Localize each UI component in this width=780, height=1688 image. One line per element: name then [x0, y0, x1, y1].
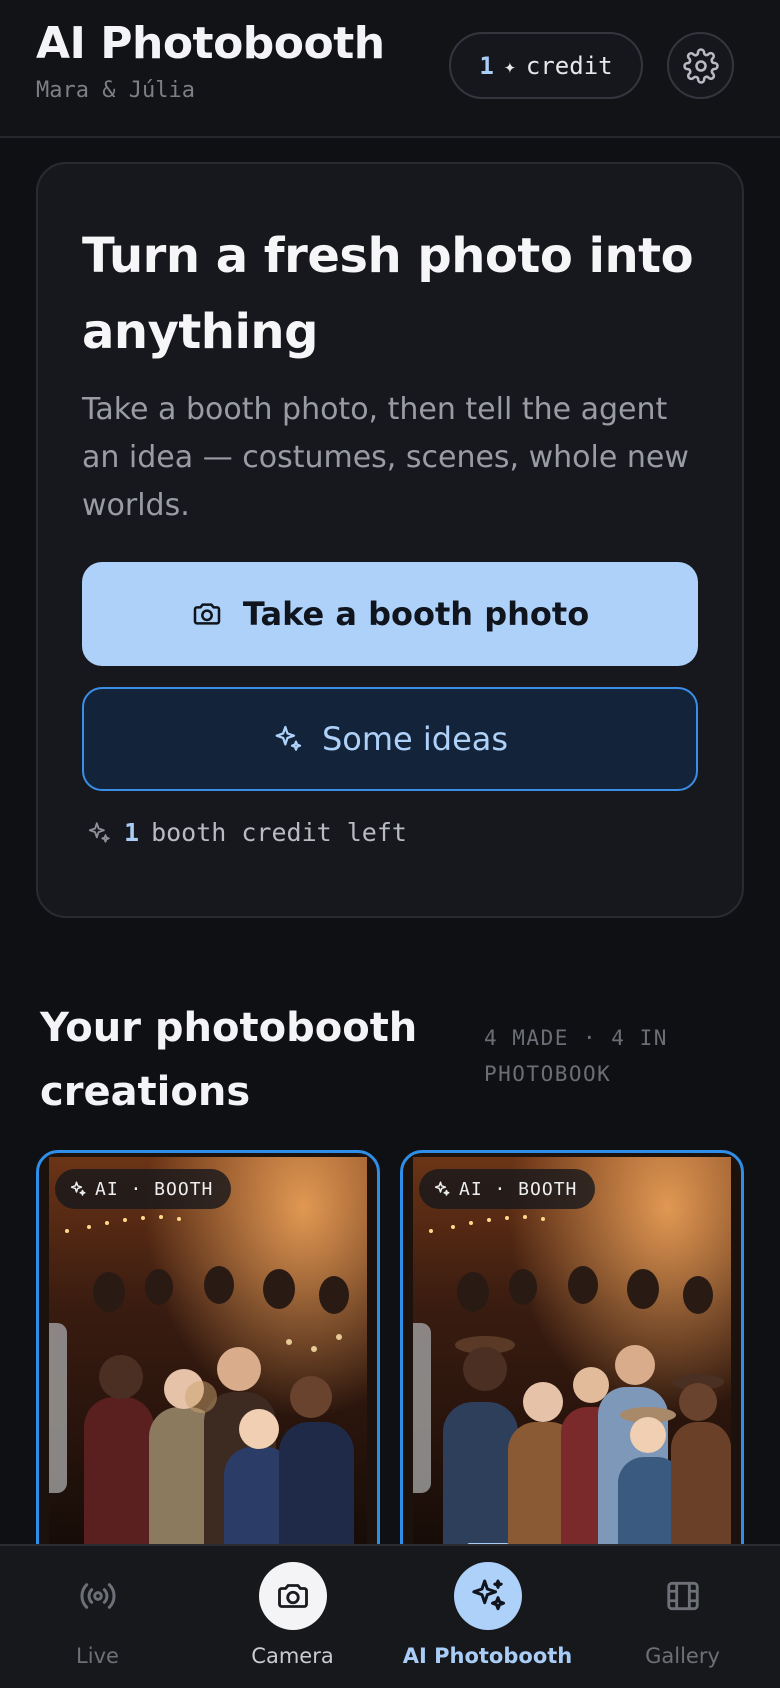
- take-booth-photo-label: Take a booth photo: [242, 595, 590, 633]
- credits-remaining-label: booth credit left: [151, 818, 407, 847]
- gear-icon: [682, 47, 719, 84]
- ai-booth-tag: AI · BOOTH: [419, 1169, 596, 1209]
- sparkles-icon: [70, 1181, 86, 1196]
- hero-description: Take a booth photo, then tell the agent …: [82, 392, 689, 523]
- gallery-icon: [649, 1562, 717, 1630]
- creation-card[interactable]: AI · BOOTH: [36, 1150, 380, 1570]
- creations-title: Your photobooth creations: [40, 1005, 418, 1115]
- app-root: AI Photobooth Mara & Júlia 1 ✦ credit Tu…: [0, 0, 780, 1688]
- sparkles-icon: [453, 1562, 522, 1630]
- bottom-nav: Live Camera AI Photobooth Gallery: [0, 1544, 780, 1688]
- credits-remaining: 1 booth credit left: [86, 818, 407, 847]
- event-subtitle: Mara & Júlia: [36, 78, 195, 103]
- credit-pill[interactable]: 1 ✦ credit: [449, 32, 643, 99]
- app-title: AI Photobooth: [36, 18, 385, 69]
- credit-star-icon: ✦: [503, 53, 516, 78]
- nav-label-live: Live: [76, 1644, 119, 1668]
- nav-item-camera[interactable]: Camera: [195, 1546, 390, 1688]
- credit-count: 1: [479, 51, 494, 80]
- ai-booth-tag-label: AI · BOOTH: [459, 1178, 578, 1200]
- camera-icon: [193, 603, 221, 625]
- sparkles-icon: [275, 725, 302, 751]
- broadcast-icon: [64, 1562, 132, 1630]
- credit-label: credit: [525, 51, 613, 80]
- nav-item-gallery[interactable]: Gallery: [585, 1546, 780, 1688]
- camera-icon: [258, 1562, 327, 1630]
- creations-count-meta: 4 MADE · 4 IN PHOTOBOOK: [484, 1026, 668, 1086]
- nav-label-ai-photobooth: AI Photobooth: [402, 1644, 573, 1668]
- credits-remaining-count: 1: [124, 818, 140, 847]
- hero-card: Turn a fresh photo into anything Take a …: [36, 162, 744, 918]
- nav-item-ai-photobooth[interactable]: AI Photobooth: [390, 1546, 585, 1688]
- photo-edge-strip: [413, 1323, 431, 1493]
- nav-label-camera: Camera: [251, 1644, 334, 1668]
- some-ideas-label: Some ideas: [321, 720, 509, 758]
- photo-edge-strip: [49, 1323, 67, 1493]
- some-ideas-button[interactable]: Some ideas: [82, 687, 698, 791]
- app-header: AI Photobooth Mara & Júlia 1 ✦ credit: [0, 0, 780, 138]
- ai-booth-tag-label: AI · BOOTH: [95, 1178, 214, 1200]
- hero-title: Turn a fresh photo into anything: [82, 228, 694, 360]
- sparkles-icon: [88, 821, 110, 843]
- nav-label-gallery: Gallery: [645, 1644, 720, 1668]
- take-booth-photo-button[interactable]: Take a booth photo: [82, 562, 698, 666]
- ai-booth-tag: AI · BOOTH: [55, 1169, 232, 1209]
- creation-card[interactable]: AI · BOOTH: [400, 1150, 744, 1570]
- settings-button[interactable]: [667, 32, 734, 99]
- creation-photo: [49, 1157, 367, 1567]
- sparkles-icon: [434, 1181, 450, 1196]
- nav-item-live[interactable]: Live: [0, 1546, 195, 1688]
- creation-photo: [413, 1157, 731, 1567]
